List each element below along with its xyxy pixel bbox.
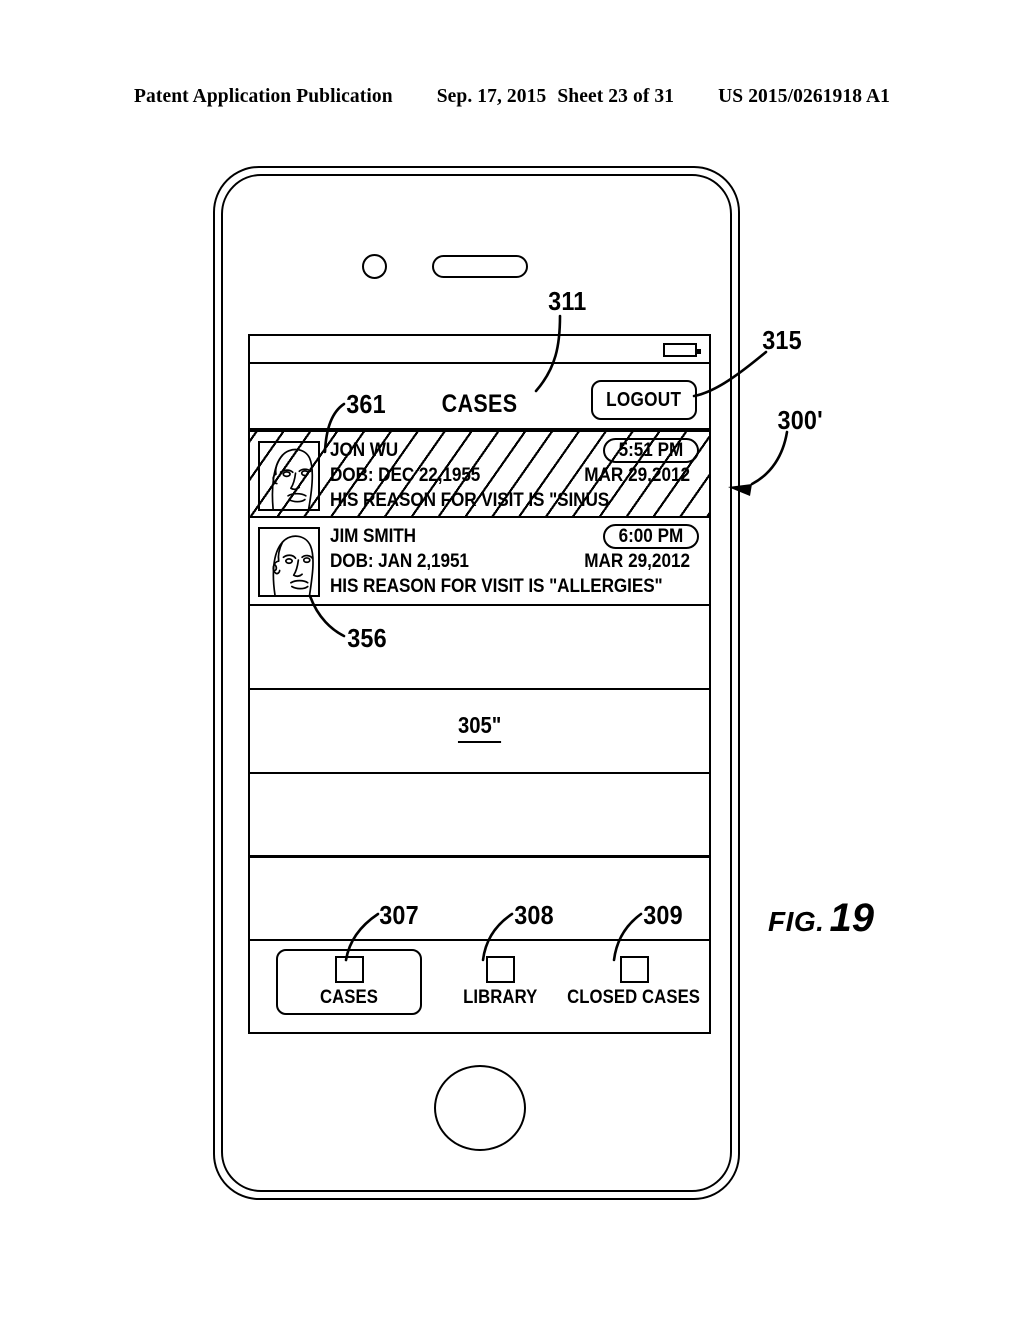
appointment-date: MAR 29,2012 [583, 550, 690, 572]
publication-date: Sep. 17, 2015 [436, 86, 547, 107]
logout-button-label: LOGOUT [606, 388, 682, 411]
tab-closed-cases-label: CLOSED CASES [567, 986, 701, 1008]
appointment-time-badge: 6:00 PM [603, 524, 699, 549]
figure-label: FIG. 19 [768, 896, 874, 941]
visit-reason: HIS REASON FOR VISIT IS "SINUS PROBLEMS" [330, 489, 610, 516]
reference-numeral-309: 309 [643, 900, 683, 930]
appointment-time: 5:51 PM [618, 439, 684, 461]
tab-library[interactable]: LIBRARY [446, 949, 554, 1015]
sheet-number: Sheet 23 of 31 [557, 86, 675, 107]
case-list-item-jon-wu[interactable]: JON WU DOB: DEC 22,1955 HIS REASON FOR V… [250, 430, 709, 518]
patient-face-icon [258, 527, 320, 597]
reference-numeral-361: 361 [346, 389, 386, 419]
speaker-slot-icon [432, 255, 528, 278]
patient-face-icon [258, 441, 320, 511]
empty-list-row [250, 774, 709, 858]
publication-label: Patent Application Publication [133, 86, 393, 107]
leader-300 [750, 430, 789, 486]
visit-reason: HIS REASON FOR VISIT IS "ALLERGIES" [330, 575, 663, 597]
reference-numeral-307: 307 [379, 900, 419, 930]
list-reference-label: 305" [250, 712, 709, 743]
tab-bar: CASES LIBRARY CLOSED CASES [250, 941, 709, 1025]
battery-icon [663, 343, 701, 357]
tab-library-label: LIBRARY [462, 986, 538, 1008]
empty-list-row: 305" [250, 690, 709, 774]
tab-cases-label: CASES [319, 986, 379, 1008]
figure-word: FIG. [768, 906, 825, 937]
appointment-time: 6:00 PM [618, 525, 684, 547]
tab-closed-cases[interactable]: CLOSED CASES [568, 949, 700, 1015]
reference-numeral-356: 356 [347, 623, 387, 653]
reference-numeral-300: 300' [777, 405, 823, 435]
reference-numeral-308: 308 [514, 900, 554, 930]
library-icon [485, 955, 515, 983]
camera-circle-icon [362, 254, 387, 279]
reference-numeral-311: 311 [548, 286, 587, 316]
figure-number: 19 [829, 896, 874, 940]
empty-list-row [250, 606, 709, 690]
closed-cases-icon [619, 955, 649, 983]
patent-number: US 2015/0261918 A1 [718, 86, 891, 107]
status-bar [250, 336, 709, 364]
case-list-item-jim-smith[interactable]: JIM SMITH DOB: JAN 2,1951 HIS REASON FOR… [250, 518, 709, 606]
navigation-bar: CASES LOGOUT [250, 364, 709, 430]
home-button[interactable] [434, 1065, 526, 1151]
tab-cases[interactable]: CASES [276, 949, 422, 1015]
patent-page-header: Patent Application Publication Sep. 17, … [0, 86, 1024, 112]
appointment-date: MAR 29,2012 [583, 464, 690, 486]
reference-numeral-315: 315 [762, 325, 802, 355]
cases-icon [334, 955, 364, 983]
logout-button[interactable]: LOGOUT [591, 380, 697, 420]
appointment-time-badge: 5:51 PM [603, 438, 699, 463]
